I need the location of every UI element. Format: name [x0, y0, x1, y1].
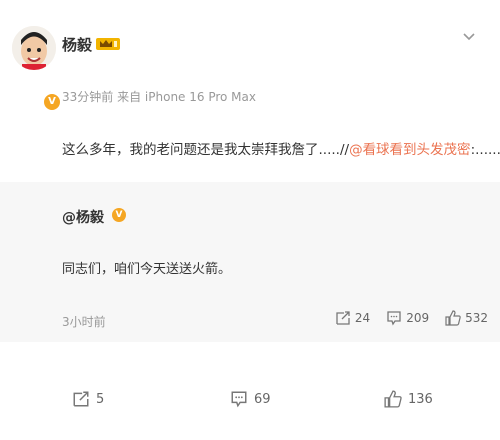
like-icon — [384, 390, 402, 408]
comment-button[interactable]: 69 — [230, 390, 271, 408]
post-meta: 33分钟前 来自 iPhone 16 Pro Max — [62, 88, 256, 105]
comment-icon — [387, 311, 401, 326]
verified-badge-icon: V — [42, 92, 62, 112]
quoted-comment-button[interactable]: 209 — [386, 310, 429, 326]
quoted-repost-button[interactable]: 24 — [335, 310, 370, 326]
quoted-like-count: 532 — [465, 311, 488, 325]
post-text: 这么多年，我的老问题还是我太崇拜我詹了.....//@看球看到头发茂密:....… — [62, 138, 500, 158]
post-text-main: 这么多年，我的老问题还是我太崇拜我詹了.....// — [62, 142, 350, 158]
author-avatar[interactable] — [12, 26, 56, 70]
vip-crown-icon — [96, 38, 120, 50]
more-chevron-icon[interactable] — [462, 30, 476, 44]
like-count: 136 — [408, 391, 433, 407]
weibo-post: V 杨毅 33分钟前 来自 iPhone 16 Pro Max 这么多年，我的老… — [0, 0, 500, 440]
quoted-time: 3小时前 — [62, 315, 106, 329]
post-actions: 5 69 136 — [0, 382, 500, 422]
quoted-actions: 24 209 532 — [335, 310, 488, 326]
post-source: 来自 iPhone 16 Pro Max — [117, 90, 256, 104]
repost-count: 5 — [96, 391, 105, 407]
quoted-text: 同志们，咱们今天送送火箭。 — [62, 262, 232, 277]
post-time: 33分钟前 — [62, 90, 114, 104]
quoted-author[interactable]: @杨毅 — [62, 207, 104, 227]
quoted-verified-icon: V — [112, 208, 126, 222]
like-icon — [445, 310, 461, 326]
comment-icon — [231, 391, 247, 408]
quoted-comment-count: 209 — [406, 311, 430, 325]
quoted-repost-count: 24 — [354, 311, 371, 325]
quoted-post[interactable]: @杨毅 V 同志们，咱们今天送送火箭。 3小时前 24 209 532 — [0, 182, 500, 342]
quoted-like-button[interactable]: 532 — [445, 310, 488, 326]
repost-icon — [336, 311, 350, 325]
mention-link[interactable]: @看球看到头发茂密 — [349, 142, 471, 158]
like-button[interactable]: 136 — [384, 390, 433, 408]
post-text-tail: :...... — [470, 142, 500, 158]
repost-icon — [73, 391, 89, 407]
author-name[interactable]: 杨毅 — [62, 34, 92, 55]
repost-button[interactable]: 5 — [72, 390, 104, 408]
comment-count: 69 — [254, 391, 271, 407]
